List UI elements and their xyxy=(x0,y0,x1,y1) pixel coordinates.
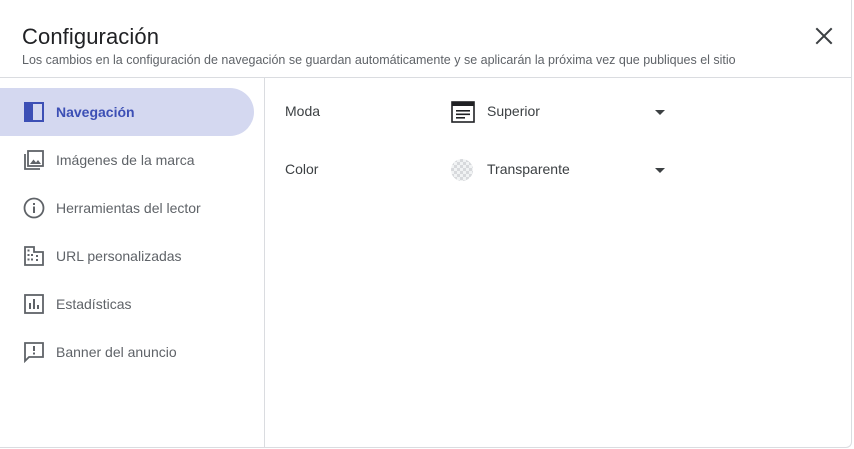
color-select[interactable]: Transparente xyxy=(446,150,676,190)
top-nav-icon xyxy=(451,101,475,123)
dialog-title: Configuración xyxy=(22,24,160,49)
dialog-subtitle: Los cambios en la configuración de naveg… xyxy=(22,53,736,67)
bar-chart-icon xyxy=(22,292,46,316)
sidebar-item-label: Banner del anuncio xyxy=(56,344,177,360)
sidebar-item-label: Imágenes de la marca xyxy=(56,152,195,168)
sidebar-item-banner[interactable]: Banner del anuncio xyxy=(0,328,254,376)
color-label: Color xyxy=(285,161,319,177)
chevron-down-icon xyxy=(655,110,665,115)
sidebar-item-url-personalizadas[interactable]: URL personalizadas xyxy=(0,232,254,280)
sidebar-item-label: URL personalizadas xyxy=(56,248,182,264)
building-icon xyxy=(22,244,46,268)
announcement-icon xyxy=(22,340,46,364)
color-value: Transparente xyxy=(487,161,570,177)
mode-label: Moda xyxy=(285,103,321,119)
close-icon xyxy=(815,27,833,45)
dialog-header: Configuración Los cambios en la configur… xyxy=(0,0,852,78)
sidebar-item-imagenes[interactable]: Imágenes de la marca xyxy=(0,136,254,184)
mode-value: Superior xyxy=(487,103,540,119)
image-library-icon xyxy=(22,148,46,172)
transparent-swatch-icon xyxy=(451,159,475,181)
sidebar-item-herramientas[interactable]: Herramientas del lector xyxy=(0,184,254,232)
info-icon xyxy=(22,196,46,220)
settings-sidebar: Navegación Imágenes de la marca Herramie… xyxy=(0,78,265,448)
settings-panel: Moda Superior Color Transparente xyxy=(266,78,852,448)
sidebar-item-label: Estadísticas xyxy=(56,296,132,312)
navigation-layout-icon xyxy=(22,100,46,124)
sidebar-item-label: Navegación xyxy=(56,104,135,120)
sidebar-item-navegacion[interactable]: Navegación xyxy=(0,88,254,136)
close-button[interactable] xyxy=(808,20,840,52)
chevron-down-icon xyxy=(655,168,665,173)
mode-select[interactable]: Superior xyxy=(446,92,676,132)
sidebar-item-label: Herramientas del lector xyxy=(56,200,201,216)
color-setting-row: Color Transparente xyxy=(266,146,852,194)
mode-setting-row: Moda Superior xyxy=(266,88,852,136)
sidebar-item-estadisticas[interactable]: Estadísticas xyxy=(0,280,254,328)
settings-dialog: Configuración Los cambios en la configur… xyxy=(0,0,852,448)
